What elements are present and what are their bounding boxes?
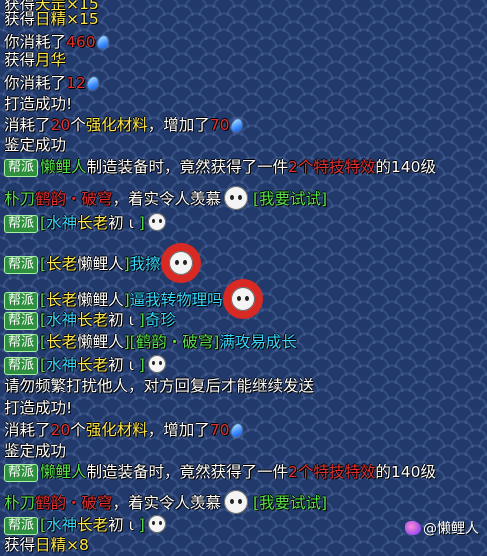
try-it-link[interactable]: [我要试试] [253,190,327,208]
chat-message: 帮派 [水神长老初 ι ] [4,514,166,536]
player-name-link[interactable]: 初 [108,516,124,534]
channel-badge[interactable]: 帮派 [4,215,39,233]
face-emoji-icon [224,490,249,514]
system-notice: 请勿频繁打扰他人，对方回复后才能继续发送 [4,377,315,395]
item-link[interactable]: 鹤韵・破穹 [35,190,113,208]
blue-gem-icon [95,34,110,51]
channel-badge[interactable]: 帮派 [4,464,39,482]
channel-badge[interactable]: 帮派 [4,159,39,177]
channel-badge[interactable]: 帮派 [4,312,39,330]
angry-face-emoji-icon [230,287,255,311]
channel-badge[interactable]: 帮派 [4,334,39,352]
channel-badge[interactable]: 帮派 [4,292,39,310]
chat-message: 消耗了20个强化材料，增加了70 [4,419,244,441]
channel-badge[interactable]: 帮派 [4,256,39,274]
blue-gem-icon [229,117,244,134]
face-emoji-icon [224,186,249,210]
player-name-link[interactable]: 懒鲤人 [77,333,124,351]
face-emoji-icon [147,355,166,373]
chat-message: 帮派 [长老懒鲤人]逼我转物理吗 [4,287,259,311]
chat-message: 朴刀鹤韵・破穹，着实令人羡慕 [我要试试] [4,186,327,210]
player-name-link[interactable]: 懒鲤人 [40,463,87,481]
item-link[interactable]: [鹤韵・破穹] [130,333,220,351]
chat-message: 朴刀鹤韵・破穹，着实令人羡慕 [我要试试] [4,490,327,514]
weibo-logo-icon [405,521,421,535]
try-it-link[interactable]: [我要试试] [253,494,327,512]
chat-message: 鉴定成功 [4,442,67,460]
chat-message: 鉴定成功 [4,136,67,154]
chat-message: 获得月华 [4,51,67,69]
chat-message: 帮派 [水神长老初 ι ] [4,354,166,376]
chat-message: 获得日精×8 [4,536,89,554]
chat-message: 帮派 [水神长老初 ι ]奇珍 [4,309,176,331]
player-name-link[interactable]: 懒鲤人 [77,291,124,309]
chat-log: 获得天罡×15 获得日精×15 你消耗了460 获得月华 你消耗了12 打造成功… [0,0,487,554]
blue-gem-icon [229,422,244,439]
chat-message: 获得日精×15 [4,10,99,28]
chat-message: 帮派 懒鲤人制造装备时，竟然获得了一件2个特技特效的140级 [4,156,436,178]
chat-message: 打造成功! [4,399,73,417]
chat-message: 打造成功! [4,95,73,113]
channel-badge[interactable]: 帮派 [4,517,39,535]
face-emoji-icon [147,213,166,231]
chat-message: 帮派 懒鲤人制造装备时，竟然获得了一件2个特技特效的140级 [4,461,436,483]
item-link[interactable]: 鹤韵・破穹 [35,494,113,512]
chat-message: 你消耗了12 [4,72,100,94]
blue-gem-icon [85,75,100,92]
chat-message: 消耗了20个强化材料，增加了70 [4,114,244,136]
chat-message: 帮派 [长老懒鲤人][鹤韵・破穹]满攻易成长 [4,331,297,353]
player-name-link[interactable]: 初 [108,356,124,374]
chat-message: 帮派 [长老懒鲤人]我擦 [4,251,197,275]
channel-badge[interactable]: 帮派 [4,357,39,375]
player-name-link[interactable]: 初 [108,214,124,232]
player-name-link[interactable]: 初 [108,311,124,329]
player-name-link[interactable]: 懒鲤人 [40,158,87,176]
face-emoji-icon [147,515,166,533]
watermark: @懒鲤人 [405,518,479,538]
chat-message: 帮派 [水神长老初 ι ] [4,212,166,234]
angry-face-emoji-icon [168,251,193,275]
player-name-link[interactable]: 懒鲤人 [77,255,124,273]
